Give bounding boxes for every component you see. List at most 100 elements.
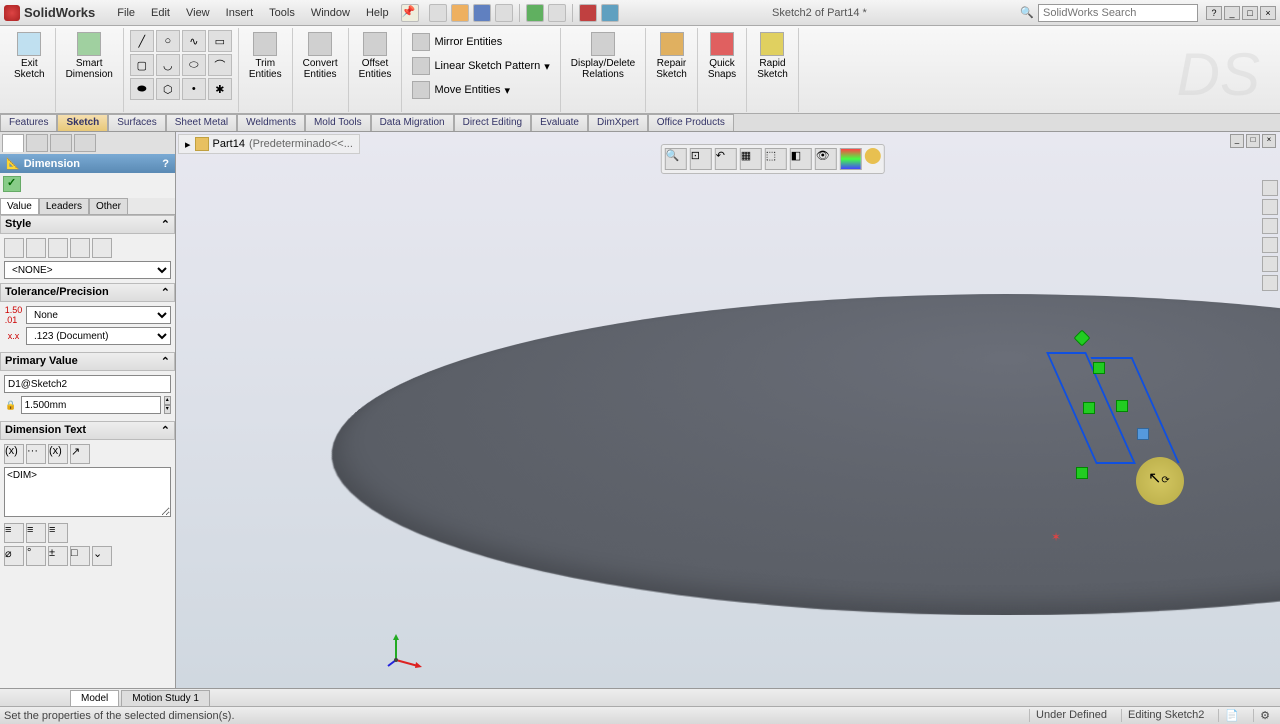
resources-tab-icon[interactable]	[1262, 180, 1278, 196]
config-manager-tab[interactable]	[50, 134, 72, 152]
tolerance-type-dropdown[interactable]: None	[26, 306, 171, 324]
scene-color[interactable]	[865, 148, 881, 164]
point-tool[interactable]: •	[182, 78, 206, 100]
help-pin-icon[interactable]: 📌	[401, 4, 419, 22]
style-save-icon[interactable]	[70, 238, 90, 258]
spin-down[interactable]: ▾	[164, 405, 171, 414]
dimension-name-field[interactable]	[4, 375, 171, 393]
symbol-square[interactable]: □	[70, 546, 90, 566]
move-entities-button[interactable]: Move Entities▾	[408, 78, 514, 102]
arc-tool[interactable]: ◡	[156, 54, 180, 76]
collapse-icon[interactable]: ⌃	[161, 218, 170, 231]
symbol-more[interactable]: ⌄	[92, 546, 112, 566]
select-icon[interactable]	[579, 4, 597, 22]
primary-value-header[interactable]: Primary Value⌃	[0, 352, 175, 371]
dropdown-arrow-icon[interactable]: ▾	[504, 84, 510, 97]
rect-tool[interactable]: ▭	[208, 30, 232, 52]
corner-rect-tool[interactable]: ▢	[130, 54, 154, 76]
menu-help[interactable]: Help	[358, 3, 397, 23]
tab-sketch[interactable]: Sketch	[57, 114, 108, 131]
display-style-icon[interactable]: ◧	[790, 148, 812, 170]
new-icon[interactable]	[429, 4, 447, 22]
lock-icon[interactable]: 🔒	[4, 396, 18, 414]
constraint-coincident[interactable]	[1137, 428, 1149, 440]
text-tool[interactable]: ✱	[208, 78, 232, 100]
search-input[interactable]	[1038, 4, 1198, 22]
smart-dimension-button[interactable]: Smart Dimension	[62, 30, 117, 82]
text-format-4[interactable]: ↗	[70, 444, 90, 464]
ellipse-tool[interactable]: ⬭	[182, 54, 206, 76]
value-spinner[interactable]: ▴ ▾	[164, 396, 171, 414]
trim-entities-button[interactable]: Trim Entities	[245, 30, 286, 82]
constraint-vertical-1[interactable]	[1083, 402, 1095, 414]
spline-tool[interactable]: ∿	[182, 30, 206, 52]
style-add-icon[interactable]	[26, 238, 46, 258]
tab-dimxpert[interactable]: DimXpert	[588, 114, 648, 131]
constraint-horizontal-1[interactable]	[1093, 362, 1105, 374]
collapse-icon[interactable]: ⌃	[161, 286, 170, 299]
menu-tools[interactable]: Tools	[261, 3, 303, 23]
feature-manager-tab[interactable]	[2, 134, 24, 152]
style-delete-icon[interactable]	[48, 238, 68, 258]
sketch-origin[interactable]: ✶	[1051, 530, 1061, 544]
symbol-diameter[interactable]: ⌀	[4, 546, 24, 566]
status-unit-icon[interactable]: 📄	[1218, 709, 1245, 722]
constraint-vertical-2[interactable]	[1116, 400, 1128, 412]
tab-leaders[interactable]: Leaders	[39, 198, 89, 214]
rapid-sketch-button[interactable]: Rapid Sketch	[753, 30, 792, 82]
graphics-viewport[interactable]: ▸ Part14 (Predeterminado<<... _ □ × 🔍 ⊡ …	[176, 132, 1280, 688]
file-explorer-icon[interactable]	[1262, 218, 1278, 234]
line-tool[interactable]: ╱	[130, 30, 154, 52]
dimxpert-manager-tab[interactable]	[74, 134, 96, 152]
slot-tool[interactable]: ⬬	[130, 78, 154, 100]
close-button[interactable]: ×	[1260, 6, 1276, 20]
polygon-tool[interactable]: ⬡	[156, 78, 180, 100]
open-icon[interactable]	[451, 4, 469, 22]
breadcrumb-part[interactable]: Part14	[213, 138, 245, 150]
save-icon[interactable]	[473, 4, 491, 22]
view-palette-icon[interactable]	[1262, 237, 1278, 253]
undo-icon[interactable]	[526, 4, 544, 22]
tab-surfaces[interactable]: Surfaces	[108, 114, 165, 131]
tab-office-products[interactable]: Office Products	[648, 114, 734, 131]
tab-data-migration[interactable]: Data Migration	[371, 114, 454, 131]
ok-button[interactable]	[3, 176, 21, 192]
tolerance-precision-dropdown[interactable]: .123 (Document)	[26, 327, 171, 345]
vp-maximize[interactable]: □	[1246, 134, 1260, 148]
tab-sheet-metal[interactable]: Sheet Metal	[166, 114, 237, 131]
menu-view[interactable]: View	[178, 3, 218, 23]
justify-right[interactable]: ≡	[48, 523, 68, 543]
dimension-text-area[interactable]	[4, 467, 171, 517]
quick-snaps-button[interactable]: Quick Snaps	[704, 30, 740, 82]
tab-direct-editing[interactable]: Direct Editing	[454, 114, 531, 131]
collapse-icon[interactable]: ⌃	[161, 424, 170, 437]
collapse-icon[interactable]: ⌃	[161, 355, 170, 368]
style-apply-icon[interactable]	[4, 238, 24, 258]
vp-close[interactable]: ×	[1262, 134, 1276, 148]
dimension-value-field[interactable]	[21, 396, 161, 414]
style-load-icon[interactable]	[92, 238, 112, 258]
prev-view-icon[interactable]: ↶	[715, 148, 737, 170]
exit-sketch-button[interactable]: Exit Sketch	[10, 30, 49, 82]
justify-center[interactable]: ≡	[26, 523, 46, 543]
zoom-area-icon[interactable]: ⊡	[690, 148, 712, 170]
menu-file[interactable]: File	[109, 3, 143, 23]
view-orientation-icon[interactable]: ⬚	[765, 148, 787, 170]
property-manager-tab[interactable]	[26, 134, 48, 152]
dropdown-arrow-icon[interactable]: ▾	[544, 60, 550, 73]
mirror-entities-button[interactable]: Mirror Entities	[408, 30, 506, 54]
redo-icon[interactable]	[548, 4, 566, 22]
tab-features[interactable]: Features	[0, 114, 57, 131]
offset-entities-button[interactable]: Offset Entities	[355, 30, 396, 82]
tab-value[interactable]: Value	[0, 198, 39, 214]
text-format-1[interactable]: (x)	[4, 444, 24, 464]
menu-insert[interactable]: Insert	[218, 3, 262, 23]
hide-show-icon[interactable]: 👁	[815, 148, 837, 170]
symbol-degree[interactable]: °	[26, 546, 46, 566]
text-format-3[interactable]: (x)	[48, 444, 68, 464]
constraint-horizontal-2[interactable]	[1076, 467, 1088, 479]
print-icon[interactable]	[495, 4, 513, 22]
appearances-tab-icon[interactable]	[1262, 256, 1278, 272]
section-view-icon[interactable]: ▦	[740, 148, 762, 170]
spin-up[interactable]: ▴	[164, 396, 171, 405]
